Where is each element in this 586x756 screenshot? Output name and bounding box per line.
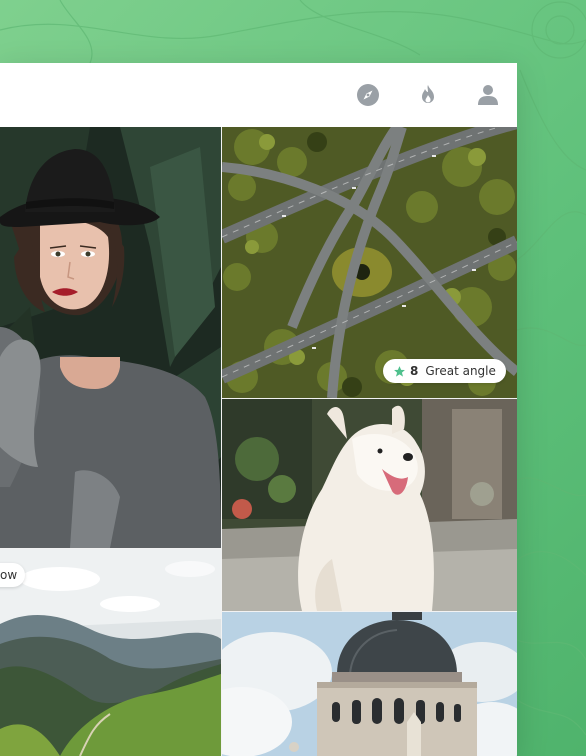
star-icon [394, 365, 405, 377]
compass-icon[interactable] [355, 82, 381, 108]
badge-count: 8 [410, 364, 419, 378]
flame-icon[interactable] [415, 82, 441, 108]
app-window: 8 Great angle ow [0, 63, 517, 756]
photo-highway-aerial[interactable]: 8 Great angle [222, 127, 517, 398]
photo-domed-building[interactable] [222, 612, 517, 756]
partial-badge: ow [0, 563, 26, 587]
highlight-badge: 8 Great angle [383, 359, 506, 383]
badge-label: Great angle [425, 364, 496, 378]
user-icon[interactable] [475, 82, 501, 108]
top-bar [0, 63, 517, 127]
photo-grid: 8 Great angle ow [0, 127, 517, 756]
photo-woman-portrait[interactable] [0, 127, 221, 548]
partial-badge-label: ow [0, 568, 18, 582]
photo-mountain-valley[interactable]: ow [0, 549, 221, 756]
photo-white-dog[interactable] [222, 399, 517, 611]
